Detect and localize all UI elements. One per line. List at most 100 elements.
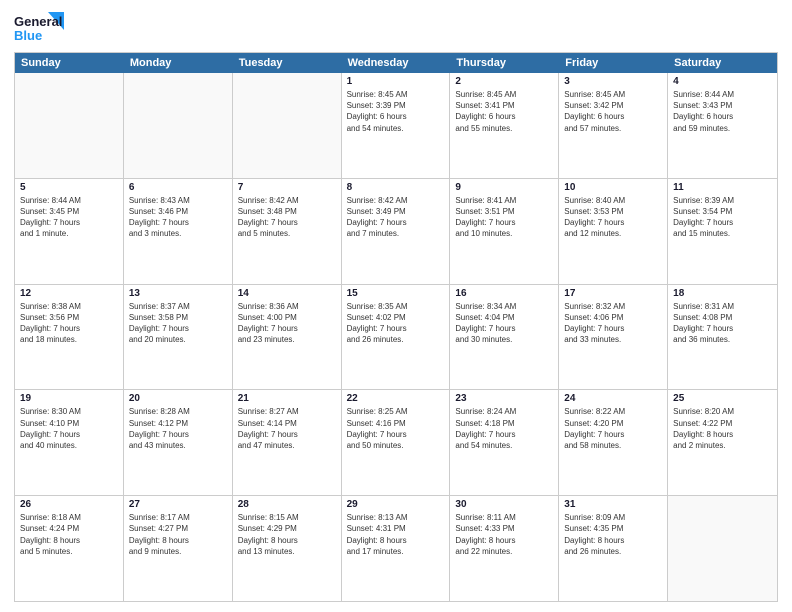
day-info: Sunrise: 8:25 AM Sunset: 4:16 PM Dayligh… (347, 406, 445, 451)
day-info: Sunrise: 8:37 AM Sunset: 3:58 PM Dayligh… (129, 301, 227, 346)
day-number: 22 (347, 393, 445, 404)
day-cell-14: 14 Sunrise: 8:36 AM Sunset: 4:00 PM Dayli… (233, 285, 342, 390)
day-cell-empty (15, 73, 124, 178)
svg-text:General: General (14, 14, 62, 29)
day-info: Sunrise: 8:11 AM Sunset: 4:33 PM Dayligh… (455, 512, 553, 557)
day-info: Sunrise: 8:20 AM Sunset: 4:22 PM Dayligh… (673, 406, 772, 451)
day-info: Sunrise: 8:41 AM Sunset: 3:51 PM Dayligh… (455, 195, 553, 240)
day-cell-29: 29Sunrise: 8:13 AM Sunset: 4:31 PM Dayli… (342, 496, 451, 601)
day-header-sunday: Sunday (15, 53, 124, 73)
day-number: 31 (564, 499, 662, 510)
day-info: Sunrise: 8:31 AM Sunset: 4:08 PM Dayligh… (673, 301, 772, 346)
day-info: Sunrise: 8:17 AM Sunset: 4:27 PM Dayligh… (129, 512, 227, 557)
week-row-4: 19Sunrise: 8:30 AM Sunset: 4:10 PM Dayli… (15, 389, 777, 495)
day-info: Sunrise: 8:35 AM Sunset: 4:02 PM Dayligh… (347, 301, 445, 346)
day-cell-19: 19Sunrise: 8:30 AM Sunset: 4:10 PM Dayli… (15, 390, 124, 495)
day-header-wednesday: Wednesday (342, 53, 451, 73)
day-cell-25: 25 Sunrise: 8:20 AM Sunset: 4:22 PM Dayli… (668, 390, 777, 495)
day-number: 24 (564, 393, 662, 404)
day-cell-7: 7 Sunrise: 8:42 AM Sunset: 3:48 PM Daylig… (233, 179, 342, 284)
week-row-3: 12Sunrise: 8:38 AM Sunset: 3:56 PM Dayli… (15, 284, 777, 390)
day-number: 7 (238, 182, 336, 193)
day-number: 14 (238, 288, 336, 299)
day-cell-23: 23 Sunrise: 8:24 AM Sunset: 4:18 PM Dayli… (450, 390, 559, 495)
day-number: 8 (347, 182, 445, 193)
day-number: 11 (673, 182, 772, 193)
week-row-2: 5 Sunrise: 8:44 AM Sunset: 3:45 PM Daylig… (15, 178, 777, 284)
day-info: Sunrise: 8:18 AM Sunset: 4:24 PM Dayligh… (20, 512, 118, 557)
day-number: 27 (129, 499, 227, 510)
day-info: Sunrise: 8:40 AM Sunset: 3:53 PM Dayligh… (564, 195, 662, 240)
day-cell-13: 13Sunrise: 8:37 AM Sunset: 3:58 PM Dayli… (124, 285, 233, 390)
day-cell-6: 6 Sunrise: 8:43 AM Sunset: 3:46 PM Daylig… (124, 179, 233, 284)
day-number: 5 (20, 182, 118, 193)
day-cell-20: 20Sunrise: 8:28 AM Sunset: 4:12 PM Dayli… (124, 390, 233, 495)
day-info: Sunrise: 8:42 AM Sunset: 3:48 PM Dayligh… (238, 195, 336, 240)
day-info: Sunrise: 8:44 AM Sunset: 3:45 PM Dayligh… (20, 195, 118, 240)
day-header-thursday: Thursday (450, 53, 559, 73)
day-number: 3 (564, 76, 662, 87)
day-info: Sunrise: 8:15 AM Sunset: 4:29 PM Dayligh… (238, 512, 336, 557)
day-number: 4 (673, 76, 772, 87)
day-info: Sunrise: 8:27 AM Sunset: 4:14 PM Dayligh… (238, 406, 336, 451)
day-info: Sunrise: 8:38 AM Sunset: 3:56 PM Dayligh… (20, 301, 118, 346)
week-row-1: 1Sunrise: 8:45 AM Sunset: 3:39 PM Daylig… (15, 73, 777, 178)
day-cell-17: 17 Sunrise: 8:32 AM Sunset: 4:06 PM Dayli… (559, 285, 668, 390)
day-header-tuesday: Tuesday (233, 53, 342, 73)
logo-icon: GeneralBlue (14, 10, 64, 46)
logo: GeneralBlue (14, 10, 64, 46)
day-cell-21: 21 Sunrise: 8:27 AM Sunset: 4:14 PM Dayli… (233, 390, 342, 495)
header: GeneralBlue (14, 10, 778, 46)
day-number: 30 (455, 499, 553, 510)
day-info: Sunrise: 8:30 AM Sunset: 4:10 PM Dayligh… (20, 406, 118, 451)
day-cell-30: 30 Sunrise: 8:11 AM Sunset: 4:33 PM Dayli… (450, 496, 559, 601)
day-headers: SundayMondayTuesdayWednesdayThursdayFrid… (15, 53, 777, 73)
day-info: Sunrise: 8:34 AM Sunset: 4:04 PM Dayligh… (455, 301, 553, 346)
week-row-5: 26 Sunrise: 8:18 AM Sunset: 4:24 PM Dayli… (15, 495, 777, 601)
day-info: Sunrise: 8:32 AM Sunset: 4:06 PM Dayligh… (564, 301, 662, 346)
day-number: 26 (20, 499, 118, 510)
day-number: 16 (455, 288, 553, 299)
day-cell-11: 11Sunrise: 8:39 AM Sunset: 3:54 PM Dayli… (668, 179, 777, 284)
day-number: 15 (347, 288, 445, 299)
day-cell-4: 4 Sunrise: 8:44 AM Sunset: 3:43 PM Daylig… (668, 73, 777, 178)
day-number: 28 (238, 499, 336, 510)
day-cell-18: 18 Sunrise: 8:31 AM Sunset: 4:08 PM Dayli… (668, 285, 777, 390)
day-cell-22: 22 Sunrise: 8:25 AM Sunset: 4:16 PM Dayli… (342, 390, 451, 495)
day-info: Sunrise: 8:44 AM Sunset: 3:43 PM Dayligh… (673, 89, 772, 134)
day-number: 17 (564, 288, 662, 299)
day-info: Sunrise: 8:22 AM Sunset: 4:20 PM Dayligh… (564, 406, 662, 451)
day-number: 18 (673, 288, 772, 299)
day-cell-28: 28 Sunrise: 8:15 AM Sunset: 4:29 PM Dayli… (233, 496, 342, 601)
day-cell-empty (233, 73, 342, 178)
day-number: 23 (455, 393, 553, 404)
day-info: Sunrise: 8:45 AM Sunset: 3:39 PM Dayligh… (347, 89, 445, 134)
day-info: Sunrise: 8:45 AM Sunset: 3:41 PM Dayligh… (455, 89, 553, 134)
day-cell-5: 5 Sunrise: 8:44 AM Sunset: 3:45 PM Daylig… (15, 179, 124, 284)
day-cell-2: 2 Sunrise: 8:45 AM Sunset: 3:41 PM Daylig… (450, 73, 559, 178)
weeks: 1Sunrise: 8:45 AM Sunset: 3:39 PM Daylig… (15, 73, 777, 601)
calendar: SundayMondayTuesdayWednesdayThursdayFrid… (14, 52, 778, 602)
day-info: Sunrise: 8:24 AM Sunset: 4:18 PM Dayligh… (455, 406, 553, 451)
day-number: 21 (238, 393, 336, 404)
day-header-friday: Friday (559, 53, 668, 73)
day-cell-1: 1Sunrise: 8:45 AM Sunset: 3:39 PM Daylig… (342, 73, 451, 178)
svg-text:Blue: Blue (14, 28, 42, 43)
day-number: 6 (129, 182, 227, 193)
day-cell-8: 8 Sunrise: 8:42 AM Sunset: 3:49 PM Daylig… (342, 179, 451, 284)
page: GeneralBlue SundayMondayTuesdayWednesday… (0, 0, 792, 612)
day-number: 2 (455, 76, 553, 87)
day-header-monday: Monday (124, 53, 233, 73)
day-info: Sunrise: 8:36 AM Sunset: 4:00 PM Dayligh… (238, 301, 336, 346)
day-info: Sunrise: 8:43 AM Sunset: 3:46 PM Dayligh… (129, 195, 227, 240)
day-cell-26: 26 Sunrise: 8:18 AM Sunset: 4:24 PM Dayli… (15, 496, 124, 601)
day-cell-31: 31Sunrise: 8:09 AM Sunset: 4:35 PM Dayli… (559, 496, 668, 601)
day-info: Sunrise: 8:13 AM Sunset: 4:31 PM Dayligh… (347, 512, 445, 557)
day-cell-10: 10Sunrise: 8:40 AM Sunset: 3:53 PM Dayli… (559, 179, 668, 284)
day-number: 20 (129, 393, 227, 404)
day-cell-empty (668, 496, 777, 601)
day-info: Sunrise: 8:42 AM Sunset: 3:49 PM Dayligh… (347, 195, 445, 240)
day-number: 9 (455, 182, 553, 193)
day-header-saturday: Saturday (668, 53, 777, 73)
day-number: 25 (673, 393, 772, 404)
